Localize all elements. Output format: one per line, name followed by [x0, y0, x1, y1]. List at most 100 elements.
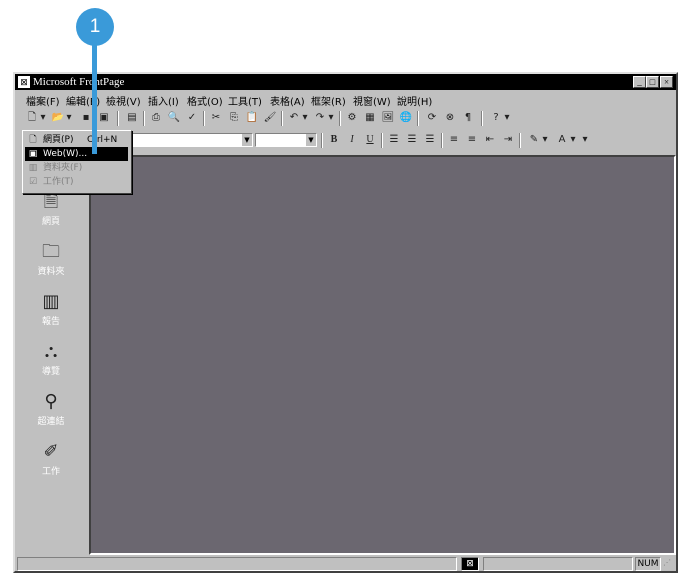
- views-item-folders[interactable]: 🗀 資料夾: [17, 242, 85, 278]
- menu-item-new-task: ☑ 工作(T): [25, 175, 128, 189]
- italic-button[interactable]: I: [345, 133, 359, 147]
- status-panel: [483, 557, 633, 571]
- menu-help[interactable]: 說明(H): [397, 93, 432, 108]
- menu-item-new-web[interactable]: ▣ Web(W)...: [25, 147, 128, 161]
- print-icon[interactable]: ⎙: [149, 111, 163, 125]
- menu-insert[interactable]: 插入(I): [148, 93, 179, 108]
- menu-frames[interactable]: 框架(R): [311, 93, 346, 108]
- publish-icon[interactable]: ▣: [97, 111, 111, 125]
- menu-item-new-page[interactable]: 🗋 網頁(P) Ctrl+N: [25, 133, 128, 147]
- menu-format[interactable]: 格式(O): [187, 93, 223, 108]
- views-item-hyperlinks[interactable]: ⚲ 超連結: [17, 391, 85, 428]
- hyperlink-icon[interactable]: 🌐: [399, 111, 413, 125]
- decrease-indent-icon[interactable]: ⇤: [483, 133, 497, 147]
- font-color-dropdown-arrow-icon[interactable]: ▾: [569, 133, 577, 147]
- menu-tools[interactable]: 工具(T): [228, 93, 262, 108]
- menu-item-label: 網頁(P): [43, 135, 74, 145]
- hyperlinks-view-icon: ⚲: [44, 391, 58, 412]
- menu-view[interactable]: 檢視(V): [106, 93, 141, 108]
- refresh-icon[interactable]: ⟳: [425, 111, 439, 125]
- font-select-arrow-icon[interactable]: ▼: [242, 134, 252, 146]
- menu-item-new-folder: ▥ 資料夾(F): [25, 161, 128, 175]
- views-item-navigation[interactable]: ⛬ 導覽: [17, 342, 85, 378]
- views-item-label: 報告: [41, 317, 60, 327]
- paste-icon[interactable]: 📋: [245, 111, 259, 125]
- web-icon: ▣: [28, 149, 38, 159]
- folder-list-icon[interactable]: ▤: [125, 111, 139, 125]
- menu-bar: 檔案(F) 編輯(E) 檢視(V) 插入(I) 格式(O) 工具(T) 表格(A…: [15, 91, 676, 108]
- menu-table[interactable]: 表格(A): [270, 93, 305, 108]
- toolbar-separator: [281, 111, 283, 126]
- insert-table-icon[interactable]: ▦: [363, 111, 377, 125]
- increase-indent-icon[interactable]: ⇥: [501, 133, 515, 147]
- underline-button[interactable]: U: [363, 133, 377, 147]
- menu-item-label: 工作(T): [43, 177, 74, 187]
- spelling-icon[interactable]: ✓: [185, 111, 199, 125]
- new-dropdown-arrow-icon[interactable]: ▾: [39, 111, 47, 125]
- font-select[interactable]: ▼: [127, 133, 253, 147]
- views-bar: 🗎 網頁 🗀 資料夾 ▥ 報告 ⛬ 導覽 ⚲ 超連結 ✐ 工作: [17, 156, 85, 554]
- open-dropdown-arrow-icon[interactable]: ▾: [65, 111, 73, 125]
- toolbar-separator: [481, 111, 483, 126]
- highlight-color-icon[interactable]: ✎: [527, 133, 541, 147]
- redo-dropdown-arrow-icon[interactable]: ▾: [327, 111, 335, 125]
- toolbar-separator: [519, 133, 521, 148]
- views-item-label: 工作: [41, 467, 60, 477]
- menu-item-label: Web(W)...: [43, 149, 88, 159]
- cut-icon[interactable]: ✂: [209, 111, 223, 125]
- toolbar-separator: [321, 133, 323, 148]
- align-right-icon[interactable]: ☰: [423, 133, 437, 147]
- title-bar[interactable]: ⊠ Microsoft FrontPage _ □ ×: [15, 74, 676, 90]
- views-item-label: 導覽: [41, 367, 60, 377]
- close-button[interactable]: ×: [660, 76, 673, 88]
- connection-status-icon: ⊠: [461, 557, 479, 571]
- minimize-button[interactable]: _: [633, 76, 646, 88]
- insert-picture-icon[interactable]: 🖼: [381, 111, 395, 125]
- insert-component-icon[interactable]: ⚙: [345, 111, 359, 125]
- toolbar-separator: [441, 133, 443, 148]
- undo-icon[interactable]: ↶: [287, 111, 301, 125]
- menu-item-label: 資料夾(F): [43, 163, 83, 173]
- numbering-icon[interactable]: ≡: [447, 133, 461, 147]
- highlight-dropdown-arrow-icon[interactable]: ▾: [541, 133, 549, 147]
- format-painter-icon[interactable]: 🖌: [263, 111, 277, 125]
- font-color-icon[interactable]: A: [555, 133, 569, 147]
- font-size-select[interactable]: ▼: [255, 133, 317, 147]
- save-icon[interactable]: ▪: [79, 111, 93, 125]
- maximize-button[interactable]: □: [646, 76, 659, 88]
- standard-toolbar: 🗋 ▾ 📂 ▾ ▪ ▣ ▤ ⎙ 🔍 ✓ ✂ ⎘ 📋 🖌 ↶ ▾ ↷ ▾ ⚙ ▦ …: [15, 109, 676, 129]
- views-item-page[interactable]: 🗎 網頁: [17, 192, 85, 228]
- callout-pointer-line: [92, 38, 97, 154]
- callout-number-badge: 1: [76, 8, 114, 46]
- open-folder-icon[interactable]: 📂: [51, 111, 65, 125]
- toolbar-separator: [143, 111, 145, 126]
- new-page-icon[interactable]: 🗋: [25, 111, 39, 125]
- align-left-icon[interactable]: ☰: [387, 133, 401, 147]
- show-all-icon[interactable]: ¶: [461, 111, 475, 125]
- frontpage-app-icon[interactable]: ⊠: [18, 76, 30, 88]
- copy-icon[interactable]: ⎘: [227, 111, 241, 125]
- bold-button[interactable]: B: [327, 133, 341, 147]
- views-item-reports[interactable]: ▥ 報告: [17, 292, 85, 328]
- redo-icon[interactable]: ↷: [313, 111, 327, 125]
- workspace-area[interactable]: [89, 155, 676, 555]
- help-icon[interactable]: ?: [489, 111, 503, 125]
- bullets-icon[interactable]: ≡: [465, 133, 479, 147]
- stop-icon[interactable]: ⊗: [443, 111, 457, 125]
- font-size-arrow-icon[interactable]: ▼: [306, 134, 316, 146]
- window-title: Microsoft FrontPage: [33, 76, 125, 88]
- align-center-icon[interactable]: ☰: [405, 133, 419, 147]
- views-item-tasks[interactable]: ✐ 工作: [17, 441, 85, 478]
- menu-file[interactable]: 檔案(F): [26, 93, 60, 108]
- toolbar-separator: [203, 111, 205, 126]
- views-item-label: 網頁: [41, 217, 60, 227]
- menu-window[interactable]: 視窗(W): [353, 93, 391, 108]
- help-dropdown-arrow-icon[interactable]: ▾: [503, 111, 511, 125]
- toolbar-options-arrow-icon[interactable]: ▾: [581, 133, 589, 147]
- preview-icon[interactable]: 🔍: [167, 111, 181, 125]
- undo-dropdown-arrow-icon[interactable]: ▾: [301, 111, 309, 125]
- folder-icon: ▥: [28, 163, 38, 173]
- resize-grip-icon[interactable]: ⋰: [663, 557, 675, 571]
- tasks-view-icon: ✐: [43, 441, 59, 462]
- num-lock-indicator: NUM: [635, 557, 661, 571]
